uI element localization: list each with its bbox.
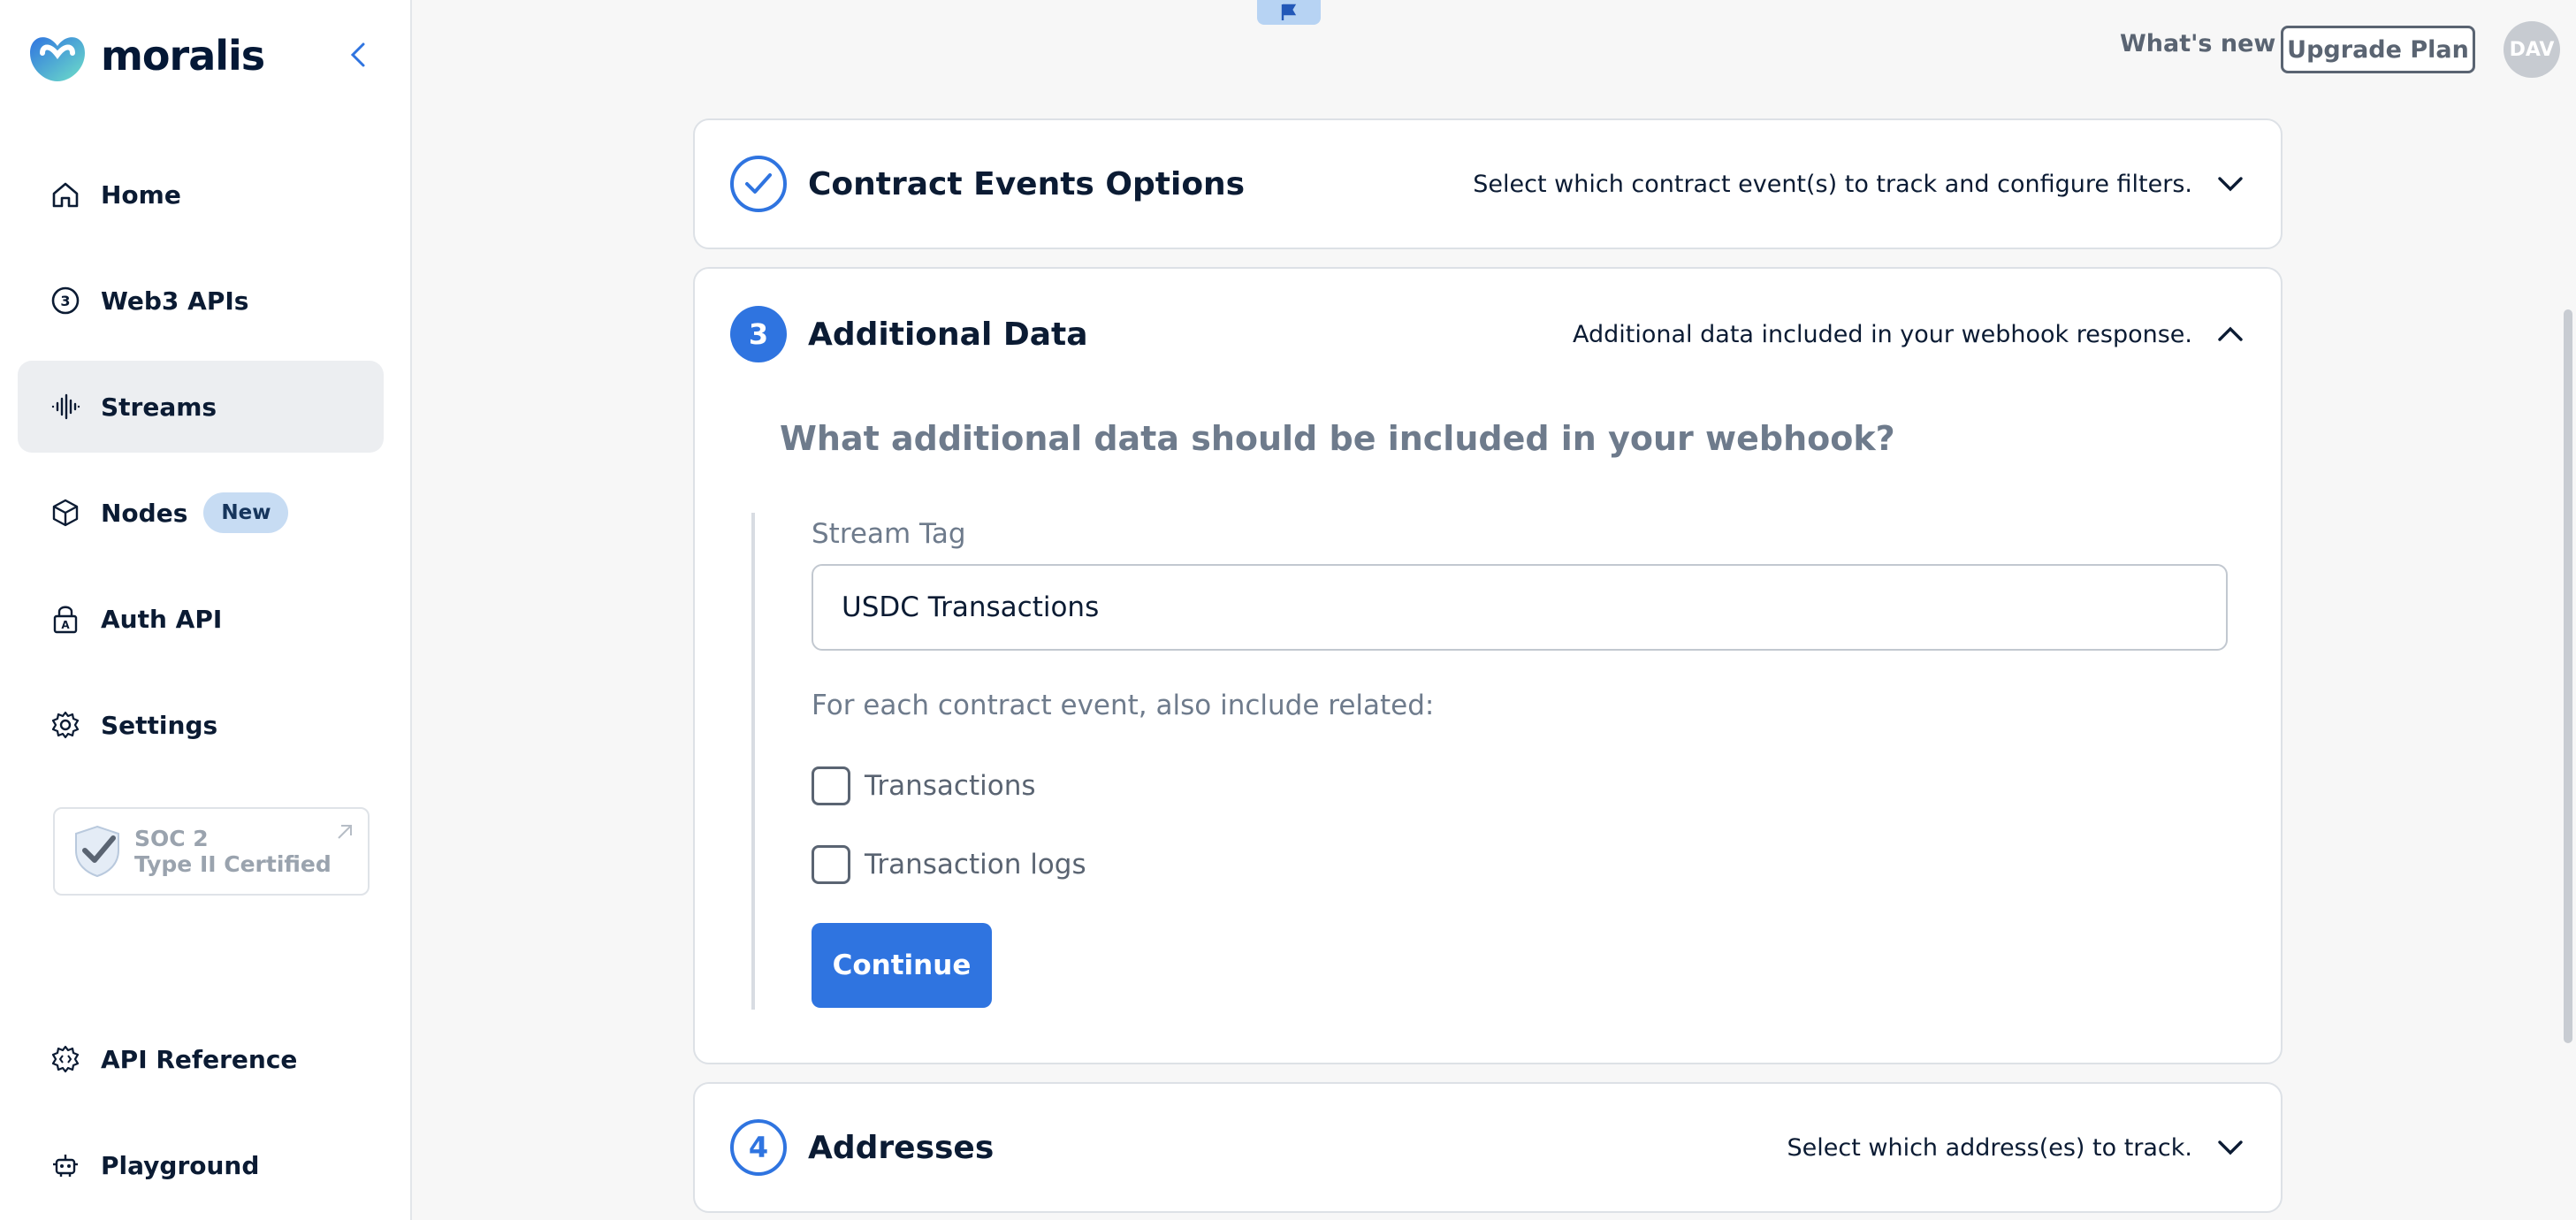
robot-icon bbox=[50, 1149, 81, 1181]
additional-data-card: 3 Additional Data Additional data includ… bbox=[693, 267, 2283, 1064]
soc2-line2: Type II Certified bbox=[134, 851, 332, 877]
card-title: Addresses bbox=[808, 1129, 995, 1166]
avatar[interactable]: DAV bbox=[2504, 21, 2560, 78]
card-description: Select which address(es) to track. bbox=[1787, 1133, 2193, 1162]
card-description: Additional data included in your webhook… bbox=[1573, 320, 2192, 348]
card-title: Contract Events Options bbox=[808, 165, 1246, 202]
upgrade-plan-button[interactable]: Upgrade Plan bbox=[2281, 26, 2475, 73]
include-related-label: For each contract event, also include re… bbox=[812, 690, 1435, 721]
whats-new-link[interactable]: What's new bbox=[2120, 30, 2275, 57]
soc2-line1: SOC 2 bbox=[134, 826, 209, 851]
cube-icon bbox=[50, 497, 81, 529]
transaction-logs-label: Transaction logs bbox=[865, 849, 1086, 881]
lock-icon: A bbox=[50, 603, 81, 635]
chevron-up-icon[interactable] bbox=[2215, 319, 2245, 349]
collapse-sidebar-button[interactable] bbox=[343, 37, 373, 72]
contract-events-header[interactable]: Contract Events Options Select which con… bbox=[695, 120, 2281, 248]
sidebar-item-api-reference[interactable]: API Reference bbox=[18, 1013, 384, 1105]
sidebar-item-label: Settings bbox=[101, 710, 218, 740]
transactions-checkbox[interactable] bbox=[812, 766, 850, 805]
sidebar: moralis Home 3 Web3 APIs Streams Nodes N… bbox=[0, 0, 412, 1220]
contract-events-options-card: Contract Events Options Select which con… bbox=[693, 118, 2283, 249]
addresses-header[interactable]: 4 Addresses Select which address(es) to … bbox=[695, 1084, 2281, 1211]
additional-data-question: What additional data should be included … bbox=[780, 419, 1895, 458]
chevron-down-icon[interactable] bbox=[2215, 169, 2245, 199]
sidebar-item-label: Web3 APIs bbox=[101, 286, 249, 316]
sidebar-item-nodes[interactable]: Nodes New bbox=[18, 467, 384, 559]
soc2-label: SOC 2 Type II Certified bbox=[134, 826, 332, 877]
sidebar-item-settings[interactable]: Settings bbox=[18, 679, 384, 771]
step-number-badge: 4 bbox=[730, 1119, 787, 1176]
soc2-certification-card[interactable]: SOC 2 Type II Certified bbox=[53, 807, 370, 896]
page-scrollbar[interactable] bbox=[2564, 309, 2572, 1043]
gear-icon bbox=[50, 709, 81, 741]
sidebar-item-label: Playground bbox=[101, 1150, 260, 1180]
card-title: Additional Data bbox=[808, 316, 1088, 353]
sidebar-item-playground[interactable]: Playground bbox=[18, 1119, 384, 1211]
transactions-option[interactable]: Transactions bbox=[812, 766, 1036, 805]
sidebar-item-label: API Reference bbox=[101, 1044, 298, 1074]
home-icon bbox=[50, 179, 81, 210]
stream-tag-input[interactable] bbox=[812, 564, 2228, 651]
streams-waveform-icon bbox=[50, 391, 81, 423]
sidebar-item-label: Nodes bbox=[101, 498, 188, 528]
moralis-logo[interactable]: moralis bbox=[25, 27, 265, 85]
chevron-left-icon bbox=[350, 42, 365, 67]
new-badge: New bbox=[203, 492, 289, 533]
feedback-flag-tab[interactable] bbox=[1257, 0, 1321, 25]
card-description: Select which contract event(s) to track … bbox=[1473, 170, 2192, 198]
sidebar-item-label: Streams bbox=[101, 392, 217, 422]
svg-text:A: A bbox=[61, 619, 70, 631]
external-arrow-icon bbox=[338, 825, 352, 839]
sidebar-item-streams[interactable]: Streams bbox=[18, 361, 384, 453]
transaction-logs-checkbox[interactable] bbox=[812, 845, 850, 884]
transaction-logs-option[interactable]: Transaction logs bbox=[812, 845, 1086, 884]
web3-coin-icon: 3 bbox=[50, 285, 81, 316]
stream-tag-label: Stream Tag bbox=[812, 518, 966, 550]
moralis-logo-icon bbox=[30, 37, 85, 81]
chevron-down-icon[interactable] bbox=[2215, 1132, 2245, 1163]
shield-check-icon bbox=[75, 825, 119, 878]
step-number-badge: 3 bbox=[730, 306, 787, 362]
moralis-wordmark: moralis bbox=[101, 32, 265, 80]
flag-icon bbox=[1281, 4, 1297, 20]
form-left-rule bbox=[751, 513, 755, 1010]
svg-text:3: 3 bbox=[60, 293, 70, 309]
addresses-card: 4 Addresses Select which address(es) to … bbox=[693, 1082, 2283, 1213]
transactions-label: Transactions bbox=[865, 770, 1036, 802]
sidebar-item-label: Home bbox=[101, 179, 181, 210]
continue-button[interactable]: Continue bbox=[812, 923, 992, 1008]
sidebar-item-home[interactable]: Home bbox=[18, 149, 384, 240]
additional-data-header[interactable]: 3 Additional Data Additional data includ… bbox=[695, 269, 2281, 400]
api-gear-icon bbox=[50, 1043, 81, 1075]
sidebar-item-auth-api[interactable]: A Auth API bbox=[18, 573, 384, 665]
step-completed-check-icon bbox=[730, 156, 787, 212]
sidebar-item-label: Auth API bbox=[101, 604, 223, 634]
sidebar-item-web3-apis[interactable]: 3 Web3 APIs bbox=[18, 255, 384, 347]
